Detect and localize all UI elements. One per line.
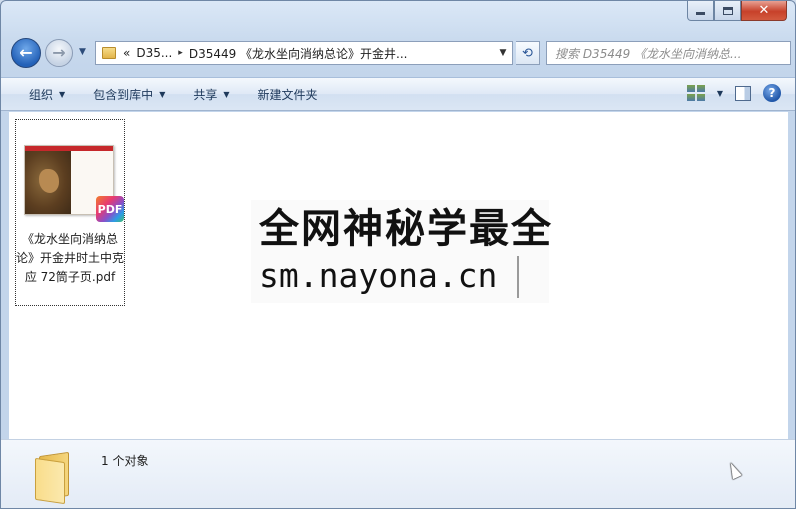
navigation-bar: ← → ▼ « D35... ▸ D35449 《龙水坐向消纳总论》开金井...… xyxy=(11,38,791,68)
organize-button[interactable]: 组织 ▼ xyxy=(19,86,75,103)
back-arrow-icon: ← xyxy=(19,43,33,62)
explorer-window: ✕ ← → ▼ « D35... ▸ D35449 《龙水坐向消纳总论》开金井.… xyxy=(0,0,796,509)
preview-pane-icon[interactable] xyxy=(735,85,751,101)
watermark-url: sm.nayona.cn xyxy=(259,256,498,295)
minimize-button[interactable] xyxy=(687,1,714,21)
new-folder-button[interactable]: 新建文件夹 xyxy=(248,86,328,103)
maximize-icon xyxy=(722,6,733,15)
map-image xyxy=(25,151,71,214)
back-button[interactable]: ← xyxy=(11,38,41,68)
file-name: 《龙水坐向消纳总论》开金井时土中克应 72筒子页.pdf xyxy=(16,232,125,284)
minimize-icon xyxy=(696,12,705,15)
toolbar-right-group: ▼ ? xyxy=(686,84,781,102)
folder-icon xyxy=(35,450,75,505)
refresh-icon: ⟲ xyxy=(522,45,533,61)
refresh-button[interactable]: ⟲ xyxy=(516,41,540,65)
breadcrumb-separator-icon[interactable]: ▸ xyxy=(175,48,186,58)
address-bar[interactable]: « D35... ▸ D35449 《龙水坐向消纳总论》开金井... ▼ xyxy=(95,41,513,65)
details-pane: 1 个对象 xyxy=(1,439,795,508)
include-in-library-label: 包含到库中 xyxy=(93,87,154,102)
text-caret xyxy=(517,256,519,298)
close-button[interactable]: ✕ xyxy=(741,1,787,21)
help-icon[interactable]: ? xyxy=(763,84,781,102)
breadcrumb-item-current[interactable]: D35449 《龙水坐向消纳总论》开金井... xyxy=(186,45,411,62)
change-view-icon[interactable] xyxy=(686,85,705,101)
search-input[interactable]: 搜索 D35449 《龙水坐向消纳总... xyxy=(546,41,791,65)
watermark-overlay: 全网神秘学最全 sm.nayona.cn xyxy=(251,200,551,303)
file-list-area[interactable]: PDF 《龙水坐向消纳总论》开金井时土中克应 72筒子页.pdf 全网神秘学最全… xyxy=(9,112,788,439)
organize-label: 组织 xyxy=(29,87,54,102)
search-placeholder: 搜索 D35449 《龙水坐向消纳总... xyxy=(555,46,742,61)
share-label: 共享 xyxy=(193,87,218,102)
share-button[interactable]: 共享 ▼ xyxy=(183,86,239,103)
caption-buttons: ✕ xyxy=(687,1,787,23)
breadcrumb-item-parent[interactable]: D35... xyxy=(133,46,175,60)
chevron-down-icon: ▼ xyxy=(223,89,230,99)
include-in-library-button[interactable]: 包含到库中 ▼ xyxy=(83,86,175,103)
recent-pages-dropdown[interactable]: ▼ xyxy=(79,47,86,57)
breadcrumb: « D35... ▸ D35449 《龙水坐向消纳总论》开金井... xyxy=(120,45,411,62)
forward-arrow-icon: → xyxy=(52,43,66,62)
forward-button[interactable]: → xyxy=(45,39,73,67)
close-icon: ✕ xyxy=(758,3,770,18)
command-toolbar: 组织 ▼ 包含到库中 ▼ 共享 ▼ 新建文件夹 ▼ ? xyxy=(1,77,795,111)
item-count: 1 个对象 xyxy=(101,454,149,468)
view-options-dropdown[interactable]: ▼ xyxy=(717,89,723,98)
breadcrumb-overflow[interactable]: « xyxy=(120,46,133,60)
pdf-icon: PDF xyxy=(96,196,124,222)
folder-icon xyxy=(102,47,116,59)
file-item[interactable]: PDF 《龙水坐向消纳总论》开金井时土中克应 72筒子页.pdf xyxy=(15,119,125,306)
chevron-down-icon: ▼ xyxy=(159,89,166,99)
maximize-button[interactable] xyxy=(714,1,741,21)
watermark-title: 全网神秘学最全 xyxy=(259,206,553,252)
address-dropdown-icon[interactable]: ▼ xyxy=(494,42,512,64)
chevron-down-icon: ▼ xyxy=(59,89,66,99)
new-folder-label: 新建文件夹 xyxy=(257,87,318,102)
